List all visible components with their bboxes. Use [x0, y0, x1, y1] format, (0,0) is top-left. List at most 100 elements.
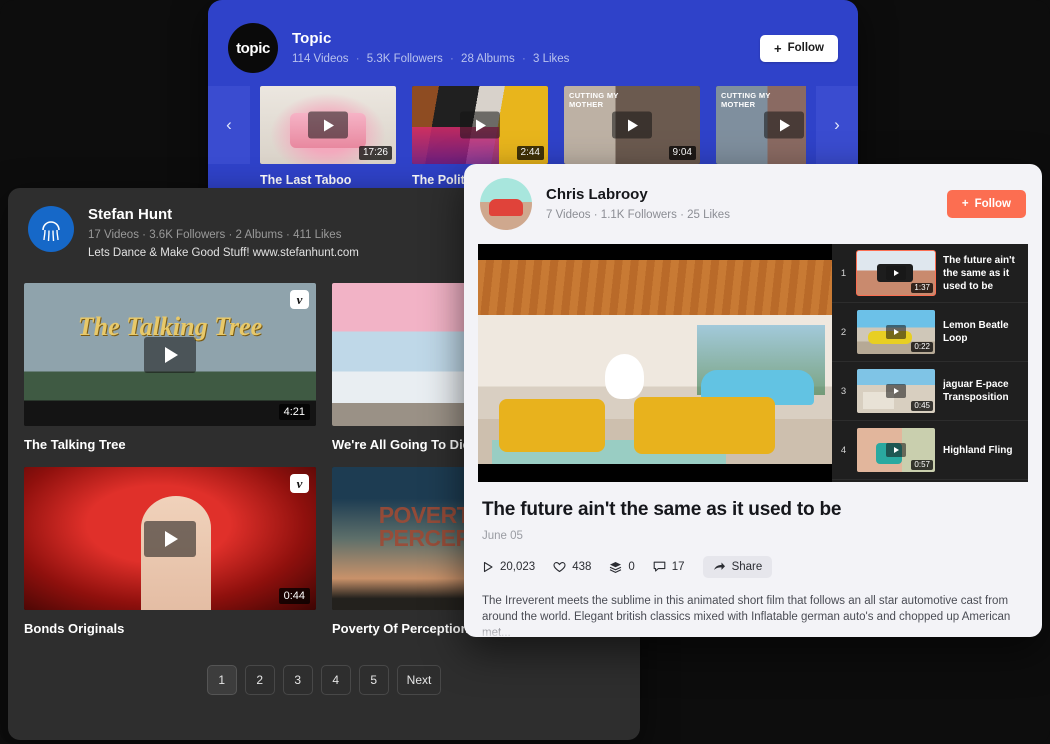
- separator-dot: ·: [228, 229, 232, 241]
- jellyfish-icon: [40, 216, 62, 242]
- video-thumbnail[interactable]: 2:44: [412, 86, 548, 164]
- playlist-item[interactable]: 2 0:22 Lemon Beatle Loop: [832, 303, 1028, 362]
- page-button-1[interactable]: 1: [207, 665, 237, 695]
- separator-dot: ·: [356, 53, 360, 65]
- stat-likes: 438: [553, 561, 591, 573]
- stefan-avatar[interactable]: [28, 206, 74, 252]
- topic-likes-count: 3 Likes: [533, 53, 569, 65]
- topic-follow-label: Follow: [788, 42, 824, 54]
- stefan-videos-count: 17 Videos: [88, 229, 139, 241]
- artwork-ceiling: [478, 260, 832, 315]
- play-icon[interactable]: [764, 112, 804, 139]
- artwork-sofa-right: [634, 397, 776, 454]
- playlist-item[interactable]: 4 0:57 Highland Fling: [832, 421, 1028, 480]
- video-playlist[interactable]: 1 1:37 The future ain't the same as it u…: [832, 244, 1028, 482]
- video-duration: 2:44: [517, 146, 544, 160]
- video-title[interactable]: The Talking Tree: [24, 437, 316, 453]
- play-icon[interactable]: [308, 112, 348, 139]
- app-stage: topic Topic 114 Videos · 5.3K Followers …: [0, 0, 1050, 744]
- separator-dot: ·: [450, 53, 454, 65]
- player-artwork: [478, 260, 832, 464]
- chevron-right-icon: ›: [834, 115, 840, 135]
- chris-header-text: Chris Labrooy 7 Videos · 1.1K Followers …: [546, 186, 947, 222]
- video-stats: 20,023 438 0: [482, 556, 1024, 578]
- chris-stats: 7 Videos · 1.1K Followers · 25 Likes: [546, 208, 947, 222]
- video-thumbnail[interactable]: v 4:21: [24, 283, 316, 426]
- chris-header: Chris Labrooy 7 Videos · 1.1K Followers …: [464, 164, 1042, 244]
- topic-followers-count: 5.3K Followers: [367, 53, 443, 65]
- video-thumbnail[interactable]: 17:26: [260, 86, 396, 164]
- playlist-item[interactable]: 1 1:37 The future ain't the same as it u…: [832, 244, 1028, 303]
- plus-icon: +: [774, 42, 782, 55]
- comments-count: 17: [672, 561, 685, 573]
- plays-count: 20,023: [500, 561, 535, 573]
- grid-card[interactable]: v 0:44 Bonds Originals: [24, 467, 316, 637]
- playlist-thumbnail[interactable]: 1:37: [857, 251, 935, 295]
- video-description: The Irreverent meets the sublime in this…: [482, 593, 1024, 637]
- carousel-prev-button[interactable]: ‹: [208, 86, 250, 164]
- separator-dot: ·: [286, 229, 290, 241]
- topic-videos-count: 114 Videos: [292, 53, 348, 65]
- video-duration: 0:44: [279, 588, 310, 604]
- chris-follow-label: Follow: [975, 198, 1011, 210]
- play-icon[interactable]: [612, 112, 652, 139]
- play-icon[interactable]: [144, 337, 196, 373]
- separator-dot: ·: [594, 209, 598, 221]
- separator-dot: ·: [522, 53, 526, 65]
- collections-icon: [609, 561, 622, 573]
- collections-count: 0: [628, 561, 634, 573]
- video-title[interactable]: The Last Taboo: [260, 173, 396, 188]
- video-thumbnail[interactable]: 10:23: [716, 86, 806, 164]
- video-duration: 4:21: [279, 404, 310, 420]
- playlist-duration: 0:57: [911, 460, 933, 470]
- play-icon[interactable]: [460, 112, 500, 139]
- playlist-duration: 0:45: [911, 401, 933, 411]
- carousel-card[interactable]: 17:26 The Last Taboo: [260, 86, 396, 188]
- video-thumbnail[interactable]: 9:04: [564, 86, 700, 164]
- video-thumbnail[interactable]: v 0:44: [24, 467, 316, 610]
- video-title: The future ain't the same as it used to …: [482, 498, 1024, 522]
- heart-icon: [553, 561, 566, 573]
- playlist-item[interactable]: 3 0:45 jaguar E-pace Transposition: [832, 362, 1028, 421]
- chris-name: Chris Labrooy: [546, 186, 947, 204]
- playlist-item-partial[interactable]: [832, 480, 1028, 482]
- likes-count: 438: [572, 561, 591, 573]
- play-icon[interactable]: [886, 384, 906, 398]
- grid-card[interactable]: v 4:21 The Talking Tree: [24, 283, 316, 453]
- carousel-next-button[interactable]: ›: [816, 86, 858, 164]
- play-icon[interactable]: [886, 443, 906, 457]
- topic-albums-count: 28 Albums: [461, 53, 515, 65]
- comment-icon: [653, 561, 666, 573]
- topic-follow-button[interactable]: + Follow: [760, 35, 838, 62]
- stat-comments: 17: [653, 561, 685, 573]
- playlist-title: Lemon Beatle Loop: [943, 319, 1020, 345]
- video-title[interactable]: Bonds Originals: [24, 621, 316, 637]
- playlist-thumbnail[interactable]: 0:45: [857, 369, 935, 413]
- share-label: Share: [732, 561, 763, 573]
- playlist-thumbnail[interactable]: 0:57: [857, 428, 935, 472]
- share-button[interactable]: Share: [703, 556, 773, 578]
- artwork-swan: [605, 354, 644, 399]
- video-player[interactable]: [478, 244, 832, 482]
- share-arrow-icon: [713, 561, 726, 573]
- topic-header-text: Topic 114 Videos · 5.3K Followers · 28 A…: [292, 30, 760, 66]
- video-duration: 9:04: [669, 146, 696, 160]
- separator-dot: ·: [680, 209, 684, 221]
- page-button-5[interactable]: 5: [359, 665, 389, 695]
- page-button-4[interactable]: 4: [321, 665, 351, 695]
- video-info: The future ain't the same as it used to …: [464, 482, 1042, 637]
- play-icon[interactable]: [886, 325, 906, 339]
- playlist-index: 3: [838, 386, 849, 397]
- chris-avatar[interactable]: [480, 178, 532, 230]
- page-button-next[interactable]: Next: [397, 665, 442, 695]
- video-duration: 17:26: [359, 146, 392, 160]
- topic-avatar-label: topic: [236, 40, 270, 57]
- playlist-thumbnail[interactable]: 0:22: [857, 310, 935, 354]
- page-button-2[interactable]: 2: [245, 665, 275, 695]
- chris-follow-button[interactable]: + Follow: [947, 190, 1026, 218]
- play-icon[interactable]: [144, 521, 196, 557]
- playlist-index: 2: [838, 327, 849, 338]
- page-button-3[interactable]: 3: [283, 665, 313, 695]
- play-icon[interactable]: [886, 266, 906, 280]
- topic-avatar[interactable]: topic: [228, 23, 278, 73]
